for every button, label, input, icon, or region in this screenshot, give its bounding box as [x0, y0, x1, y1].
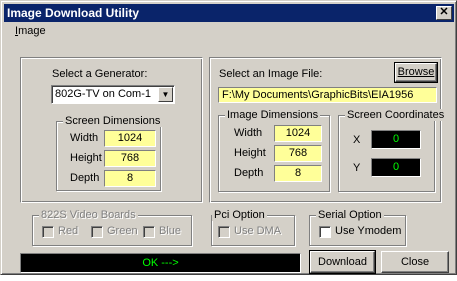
image-file-label: Select an Image File:	[219, 68, 323, 80]
image-depth-label: Depth	[234, 167, 264, 179]
serial-option-title: Serial Option	[316, 209, 384, 221]
image-dimensions-group: Image Dimensions Width 1024 Height 768 D…	[218, 109, 330, 192]
screen-height-field[interactable]: 768	[104, 150, 156, 167]
blue-label: Blue	[159, 225, 182, 237]
coord-x-readout: 0	[371, 130, 421, 149]
generator-select[interactable]: 802G-TV on Com-1 ▼	[51, 85, 175, 104]
title-bar: Image Download Utility ✕	[4, 4, 454, 22]
image-width-field[interactable]: 1024	[274, 125, 322, 142]
screen-dimensions-title: Screen Dimensions	[63, 115, 163, 127]
coord-x-label: X	[353, 134, 361, 146]
screen-width-label: Width	[70, 132, 99, 144]
window-title: Image Download Utility	[7, 6, 140, 20]
chevron-down-icon[interactable]: ▼	[158, 87, 173, 102]
image-height-label: Height	[234, 147, 266, 159]
red-label: Red	[58, 225, 79, 237]
browse-button[interactable]: Browse	[394, 62, 438, 83]
pci-option-group: Pci Option Use DMA	[211, 209, 295, 246]
image-path-field[interactable]: F:\My Documents\GraphicBits\EIA1956	[218, 87, 437, 103]
pci-option-title: Pci Option	[212, 209, 267, 221]
image-height-field[interactable]: 768	[274, 145, 322, 162]
image-width-label: Width	[234, 127, 263, 139]
use-dma-label: Use DMA	[234, 225, 282, 237]
use-ymodem-checkbox[interactable]	[319, 226, 331, 238]
generator-panel: Select a Generator: 802G-TV on Com-1 ▼ S…	[20, 57, 203, 203]
screen-dimensions-group: Screen Dimensions Width 1024 Height 768 …	[56, 115, 163, 191]
use-dma-checkbox[interactable]	[218, 226, 230, 238]
screen-depth-label: Depth	[70, 172, 100, 184]
close-window-icon[interactable]: ✕	[436, 6, 452, 20]
menu-bar: Image	[4, 23, 454, 41]
image-dimensions-title: Image Dimensions	[225, 109, 321, 121]
blue-checkbox[interactable]	[143, 226, 155, 238]
image-file-panel: Select an Image File: Browse F:\My Docum…	[209, 57, 447, 203]
serial-option-group: Serial Option Use Ymodem	[309, 209, 406, 246]
status-readout: OK --->	[20, 253, 301, 273]
close-button[interactable]: Close	[381, 251, 449, 273]
video-boards-title: 822S Video Boards	[39, 209, 138, 221]
download-button-label: Download	[318, 256, 367, 268]
close-button-label: Close	[400, 256, 430, 268]
screen-width-field[interactable]: 1024	[104, 130, 156, 147]
download-button[interactable]: Download	[309, 250, 376, 274]
main-window: Image Download Utility ✕ Image Select a …	[0, 0, 457, 275]
screen-coordinates-title: Screen Coordinates	[345, 109, 447, 121]
screen-coordinates-group: Screen Coordinates X 0 Y 0	[338, 109, 447, 192]
video-boards-group: 822S Video Boards Red Green Blue	[32, 209, 192, 246]
generator-selected-value: 802G-TV on Com-1	[55, 88, 151, 100]
screen-height-label: Height	[70, 152, 102, 164]
image-depth-field[interactable]: 8	[274, 165, 322, 182]
menu-item-image[interactable]: Image	[15, 25, 46, 37]
coord-y-label: Y	[353, 162, 361, 174]
green-checkbox[interactable]	[91, 226, 103, 238]
generator-label: Select a Generator:	[52, 68, 148, 80]
coord-y-readout: 0	[371, 158, 421, 177]
red-checkbox[interactable]	[42, 226, 54, 238]
browse-button-label: Browse	[397, 66, 435, 78]
use-ymodem-label: Use Ymodem	[335, 225, 402, 237]
green-label: Green	[107, 225, 138, 237]
screen-depth-field[interactable]: 8	[104, 170, 156, 187]
